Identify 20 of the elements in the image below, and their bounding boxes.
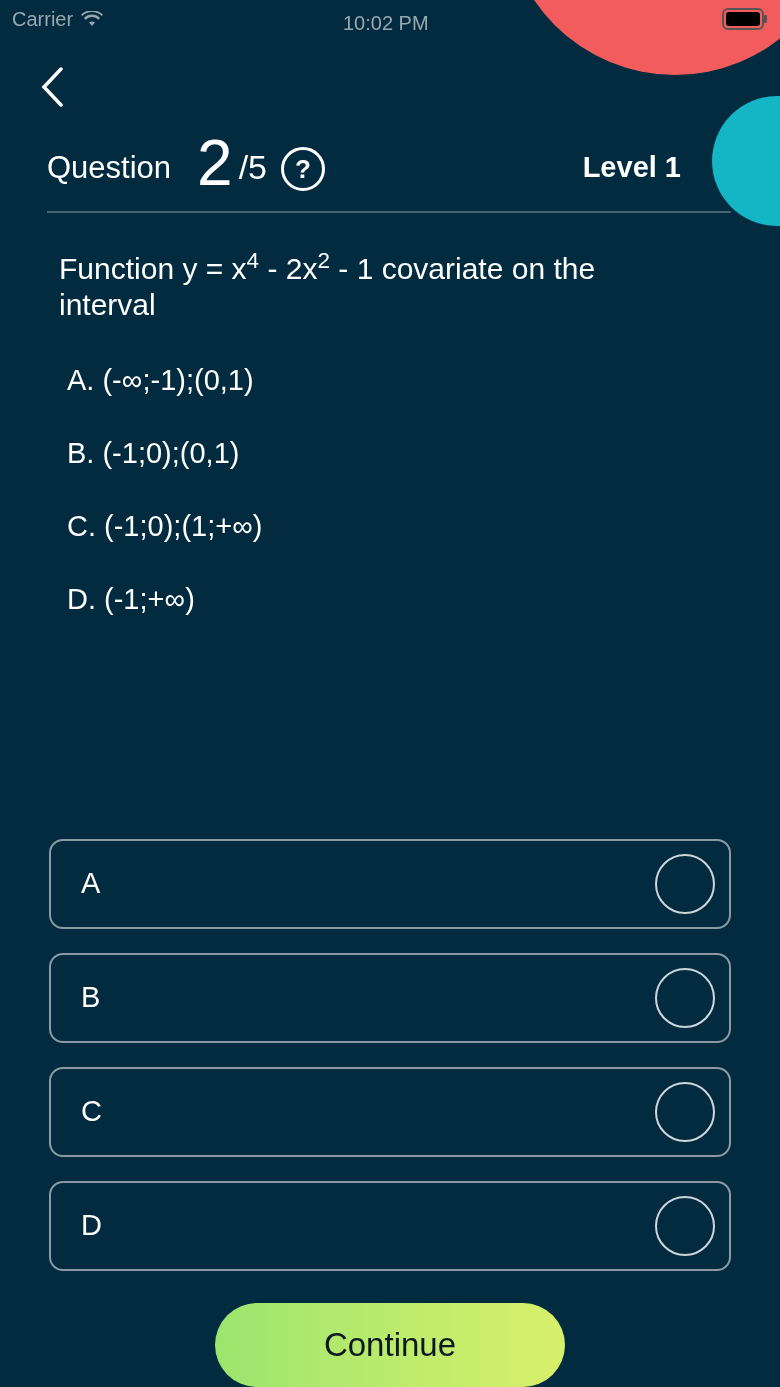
question-number: 2 [197, 131, 233, 196]
answer-option-text: A. (-∞;-1);(0,1) [67, 363, 255, 399]
answer-option-text: B. (-1;0);(0,1) [67, 436, 241, 472]
answer-choice[interactable]: B [49, 953, 731, 1044]
answer-option-text: C. (-1;0);(1;+∞) [67, 509, 264, 545]
level-label: Level 1 [582, 149, 681, 185]
question-total: /5 [238, 147, 268, 189]
answer-choice[interactable]: D [49, 1181, 731, 1272]
status-time: 10:02 PM [343, 11, 429, 36]
wifi-icon [81, 10, 104, 27]
continue-button[interactable]: Continue [215, 1303, 565, 1387]
back-chevron-icon [40, 67, 64, 108]
carrier-label: Carrier [12, 6, 74, 32]
help-button[interactable]: ? [281, 147, 326, 192]
answer-choice[interactable]: C [49, 1067, 731, 1158]
answer-option-text: D. (-1;+∞) [67, 582, 196, 618]
battery-icon [722, 7, 768, 30]
answer-choice[interactable]: A [49, 839, 731, 930]
question-label: Question [47, 148, 172, 187]
question-text: Function y = x$^{4}$ - 2x$^{2}$ - 1 covariate on the interval [59, 251, 597, 324]
